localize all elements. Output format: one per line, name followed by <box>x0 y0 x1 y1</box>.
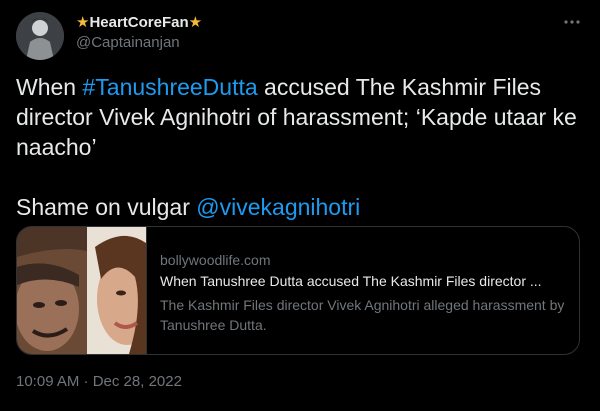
mention-link[interactable]: @vivekagnihotri <box>196 194 360 220</box>
avatar[interactable] <box>16 12 64 60</box>
card-thumbnail <box>17 227 147 354</box>
card-domain: bollywoodlife.com <box>160 252 271 268</box>
tweet-text-segment: Shame on vulgar <box>16 194 197 220</box>
card-title: When Tanushree Dutta accused The Kashmir… <box>160 273 542 289</box>
tweet: ★HeartCoreFan★ @Captainanjan When #Tanus… <box>0 0 600 411</box>
more-horizontal-icon <box>564 20 580 24</box>
display-name[interactable]: ★HeartCoreFan★ <box>76 13 202 31</box>
tweet-text-segment: When <box>16 74 83 100</box>
card-thumbnail-image <box>17 227 146 354</box>
avatar-image <box>16 12 64 60</box>
hashtag-link[interactable]: #TanushreeDutta <box>82 74 257 100</box>
more-options-button[interactable] <box>560 10 584 34</box>
link-preview-card[interactable]: bollywoodlife.com When Tanushree Dutta a… <box>16 226 580 355</box>
tweet-paragraph: Shame on vulgar @vivekagnihotri <box>16 192 581 222</box>
display-name-text: HeartCoreFan <box>89 14 189 31</box>
tweet-paragraph: When #TanushreeDutta accused The Kashmir… <box>16 72 581 162</box>
star-icon: ★ <box>188 14 203 31</box>
card-description: The Kashmir Files director Vivek Agnihot… <box>160 297 565 333</box>
tweet-text: When #TanushreeDutta accused The Kashmir… <box>16 72 581 222</box>
tweet-timestamp[interactable]: 10:09 AM · Dec 28, 2022 <box>16 373 182 390</box>
user-handle[interactable]: @Captainanjan <box>76 34 180 51</box>
star-icon: ★ <box>76 14 90 31</box>
